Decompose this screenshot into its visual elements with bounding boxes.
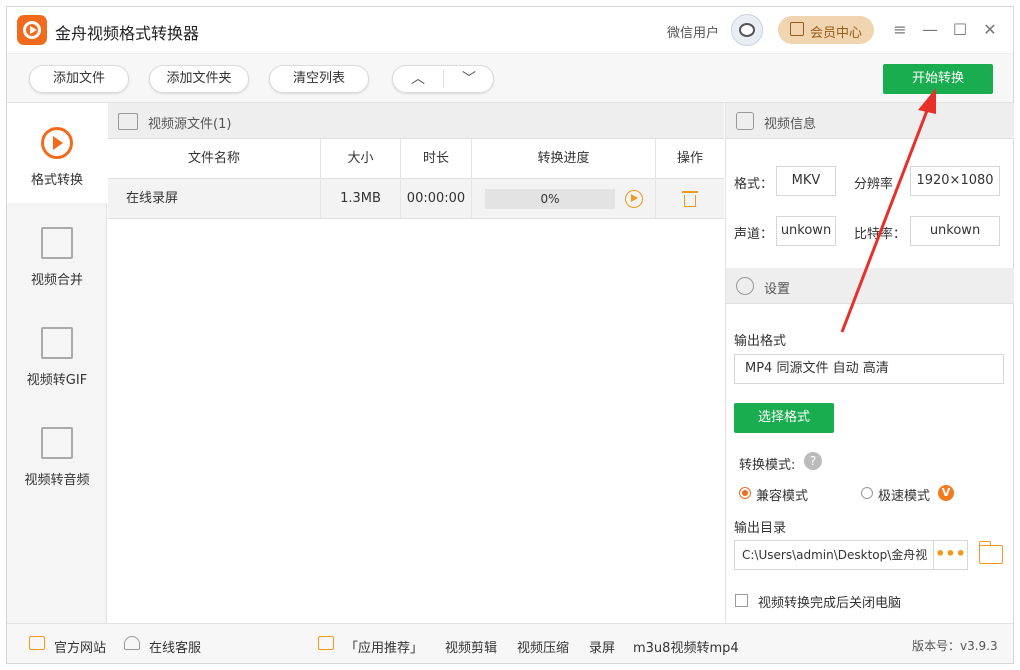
help-icon[interactable]: ? — [804, 452, 822, 470]
video-info-icon — [736, 112, 754, 130]
link-m3u8-to-mp4[interactable]: m3u8视频转mp4 — [633, 637, 739, 656]
sidebar-item-video-merge[interactable]: 视频合并 — [7, 203, 107, 303]
vip-badge: V — [938, 485, 954, 501]
fast-mode-label[interactable]: 极速模式 — [878, 485, 930, 504]
channel-value: unkown — [776, 216, 836, 246]
sidebar-item-video-to-gif[interactable]: 视频转GIF — [7, 303, 107, 403]
move-up-button[interactable]: ︿ — [393, 66, 443, 92]
trash-icon[interactable] — [682, 190, 698, 208]
close-icon[interactable]: ✕ — [979, 19, 1001, 41]
sidebar-item-video-to-audio[interactable]: 视频转音频 — [7, 403, 107, 503]
column-header: 时长 — [401, 139, 472, 179]
file-name: 在线录屏 — [108, 179, 321, 219]
bottom-bar: 官方网站 在线客服 「应用推荐」 视频剪辑 视频压缩 录屏 m3u8视频转mp4… — [7, 623, 1013, 663]
convert-icon — [41, 127, 73, 159]
app-title: 金舟视频格式转换器 — [55, 24, 200, 43]
merge-icon — [41, 227, 73, 259]
link-video-compress[interactable]: 视频压缩 — [517, 637, 569, 656]
video-info-header: 视频信息 — [726, 103, 1014, 139]
settings-panel: 视频信息 格式： MKV 分辨率 1920×1080 声道： unkown 比特… — [725, 103, 1014, 623]
format-value: MKV — [776, 166, 836, 196]
app-recommend-label: 「应用推荐」 — [345, 641, 424, 656]
output-format-field[interactable]: MP4 同源文件 自动 高清 — [734, 354, 1004, 384]
sidebar: 格式转换 视频合并 视频转GIF 视频转音频 — [7, 103, 107, 623]
fast-mode-radio[interactable] — [861, 487, 873, 499]
shutdown-checkbox[interactable] — [735, 594, 748, 607]
menu-icon[interactable]: ≡ — [889, 19, 911, 41]
table-header: 文件名称 大小 时长 转换进度 操作 — [108, 139, 724, 179]
progress-bar: 0% — [485, 189, 615, 209]
maximize-icon[interactable]: ☐ — [949, 19, 971, 41]
move-buttons: ︿ ﹀ — [392, 65, 494, 93]
toolbar: 添加文件 添加文件夹 清空列表 ︿ ﹀ 开始转换 — [7, 53, 1013, 103]
file-size: 1.3MB — [321, 179, 401, 219]
link-video-edit[interactable]: 视频剪辑 — [445, 637, 497, 656]
title-bar: 金舟视频格式转换器 微信用户 会员中心 ≡ — ☐ ✕ — [7, 7, 1013, 53]
rocket-icon — [318, 636, 334, 650]
gear-icon — [736, 277, 754, 295]
format-label: 格式： — [734, 177, 774, 192]
channel-label: 声道： — [734, 227, 774, 242]
minimize-icon[interactable]: — — [919, 19, 941, 41]
shutdown-label[interactable]: 视频转换完成后关闭电脑 — [758, 592, 901, 611]
select-format-button[interactable]: 选择格式 — [734, 403, 834, 433]
headset-icon — [124, 636, 140, 650]
mode-label: 转换模式: — [739, 458, 796, 473]
official-website-link[interactable]: 官方网站 — [54, 637, 106, 656]
clear-list-button[interactable]: 清空列表 — [269, 65, 369, 93]
audio-icon — [41, 427, 73, 459]
crown-icon — [790, 22, 804, 36]
user-name[interactable]: 微信用户 — [667, 22, 719, 41]
film-icon — [118, 113, 138, 130]
bitrate-label: 比特率： — [854, 227, 907, 242]
output-dir-label: 输出目录 — [734, 521, 787, 536]
add-file-button[interactable]: 添加文件 — [29, 65, 129, 93]
source-header: 视频源文件(1) — [108, 103, 724, 139]
output-dir-field[interactable]: C:\Users\admin\Desktop\金舟视 — [734, 540, 934, 570]
website-icon — [29, 636, 45, 650]
add-folder-button[interactable]: 添加文件夹 — [149, 65, 249, 93]
app-window: 金舟视频格式转换器 微信用户 会员中心 ≡ — ☐ ✕ 添加文件 添加文件夹 清… — [6, 6, 1014, 664]
output-format-label: 输出格式 — [734, 334, 787, 349]
sidebar-item-format-convert[interactable]: 格式转换 — [7, 103, 107, 203]
folder-icon[interactable] — [979, 541, 1003, 564]
play-icon[interactable] — [625, 190, 643, 208]
vip-center-button[interactable]: 会员中心 — [778, 16, 874, 44]
resolution-label: 分辨率 — [854, 177, 894, 192]
column-header: 大小 — [321, 139, 401, 179]
file-duration: 00:00:00 — [401, 179, 472, 219]
column-header: 转换进度 — [472, 139, 656, 179]
start-convert-button[interactable]: 开始转换 — [883, 64, 993, 94]
online-service-link[interactable]: 在线客服 — [149, 637, 201, 656]
settings-header: 设置 — [726, 268, 1014, 304]
table-row[interactable]: 在线录屏 1.3MB 00:00:00 0% — [108, 179, 724, 219]
bitrate-value: unkown — [910, 216, 1000, 246]
app-logo-icon — [17, 15, 47, 45]
compatible-mode-radio[interactable] — [739, 487, 751, 499]
source-panel: 视频源文件(1) 文件名称 大小 时长 转换进度 操作 在线录屏 1.3MB 0… — [108, 103, 724, 623]
resolution-value: 1920×1080 — [910, 166, 1000, 196]
version-label: 版本号：v3.9.3 — [912, 639, 998, 653]
move-down-button[interactable]: ﹀ — [444, 66, 494, 92]
link-screen-record[interactable]: 录屏 — [589, 637, 615, 656]
column-header: 操作 — [676, 151, 703, 166]
column-header: 文件名称 — [108, 139, 321, 179]
browse-dots-button[interactable]: ••• — [934, 540, 968, 570]
gif-icon — [41, 327, 73, 359]
compatible-mode-label[interactable]: 兼容模式 — [756, 485, 808, 504]
avatar[interactable] — [731, 14, 763, 46]
